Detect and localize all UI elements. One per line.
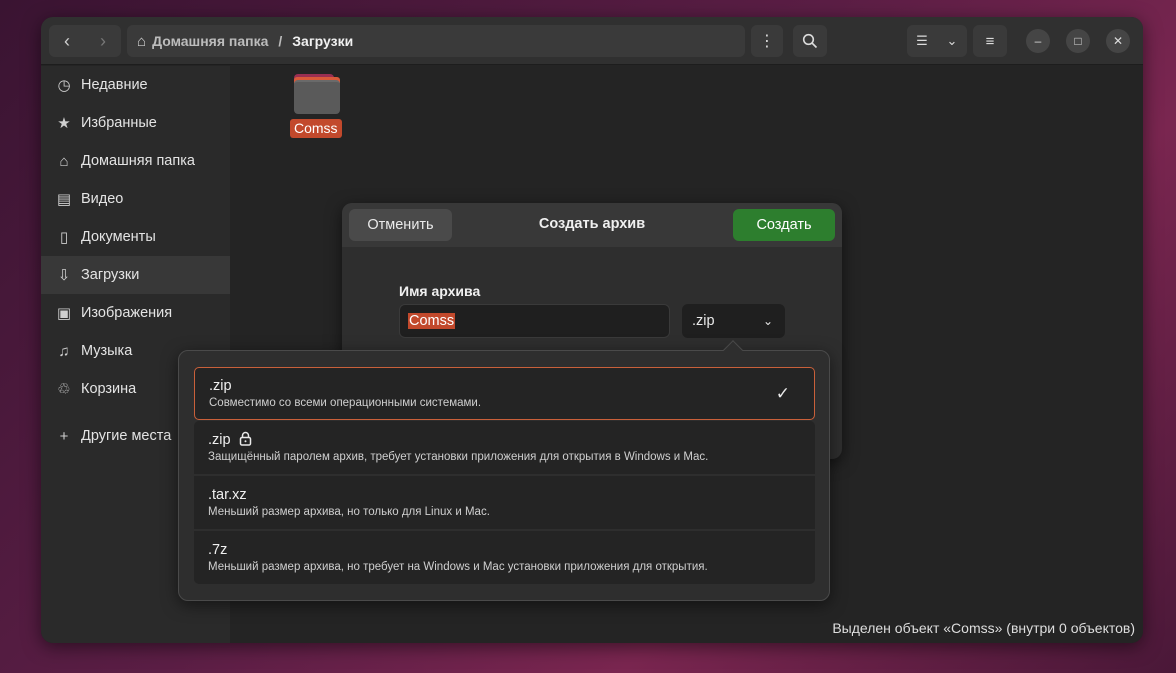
sidebar-item-label: Недавние — [81, 77, 148, 93]
plus-icon: + — [59, 427, 69, 445]
star-icon: ★ — [57, 115, 71, 132]
archive-name-value: Comss — [408, 313, 456, 329]
archive-name-label: Имя архива — [399, 283, 481, 299]
nav-buttons: ‹ › — [49, 25, 121, 57]
sidebar-item-documents[interactable]: ▯ Документы — [41, 218, 230, 256]
breadcrumb-home[interactable]: Домашняя папка — [152, 33, 268, 49]
main-menu-button[interactable]: ≡ — [973, 25, 1007, 57]
format-option-7z[interactable]: .7z Меньший размер архива, но требует на… — [194, 531, 815, 584]
format-option-name: .tar.xz — [208, 487, 247, 503]
view-switcher: ☰ ⌄ — [907, 25, 967, 57]
format-popover: .zip Совместимо со всеми операционными с… — [178, 340, 830, 601]
lock-icon — [239, 431, 252, 449]
hamburger-icon: ≡ — [985, 32, 995, 50]
format-dropdown[interactable]: .zip ⌄ — [682, 304, 785, 338]
breadcrumb-current[interactable]: Загрузки — [292, 33, 353, 49]
forward-icon[interactable]: › — [85, 31, 121, 52]
sidebar-item-recent[interactable]: ◷ Недавние — [41, 66, 230, 104]
music-icon: ♫ — [58, 342, 70, 360]
format-option-description: Совместимо со всеми операционными систем… — [209, 397, 482, 409]
sidebar-item-downloads[interactable]: ⇩ Загрузки — [41, 256, 230, 294]
format-option-name: .7z — [208, 542, 228, 558]
chevron-down-icon: ⌄ — [762, 314, 773, 328]
headerbar: ‹ › ⌂ Домашняя папка / Загрузки ⋮ ☰ ⌄ ≡ … — [41, 17, 1143, 65]
sidebar-item-label: Домашняя папка — [81, 153, 195, 169]
format-option-description: Защищённый паролем архив, требует устано… — [208, 451, 709, 463]
film-icon: ▤ — [56, 191, 72, 208]
sidebar-item-pictures[interactable]: ▣ Изображения — [41, 294, 230, 332]
sidebar-item-label: Загрузки — [81, 267, 140, 283]
format-option-description: Меньший размер архива, но только для Lin… — [208, 506, 490, 518]
home-icon: ⌂ — [59, 152, 69, 170]
search-button[interactable] — [793, 25, 827, 57]
sidebar-item-label: Другие места — [81, 428, 172, 444]
status-bar: Выделен объект «Comss» (внутри 0 объекто… — [832, 620, 1135, 636]
sidebar-item-label: Корзина — [81, 381, 137, 397]
clock-icon: ◷ — [57, 77, 71, 94]
home-icon: ⌂ — [137, 32, 147, 50]
dialog-header: Отменить Создать архив Создать — [342, 203, 842, 247]
archive-name-input[interactable]: Comss — [399, 304, 670, 338]
sidebar-item-label: Избранные — [81, 115, 157, 131]
format-option-name: .zip — [209, 378, 232, 394]
sidebar-item-label: Музыка — [81, 343, 133, 359]
sidebar-item-home[interactable]: ⌂ Домашняя папка — [41, 142, 230, 180]
vertical-dots-icon: ⋮ — [759, 33, 775, 50]
sidebar-item-label: Документы — [81, 229, 156, 245]
format-option-description: Меньший размер архива, но требует на Win… — [208, 561, 708, 573]
maximize-button[interactable]: □ — [1066, 29, 1090, 53]
checkmark-icon: ✓ — [775, 384, 790, 403]
sidebar-item-label: Изображения — [81, 305, 173, 321]
back-icon[interactable]: ‹ — [49, 31, 85, 52]
path-menu-button[interactable]: ⋮ — [751, 25, 783, 57]
sidebar-item-label: Видео — [81, 191, 124, 207]
image-icon: ▣ — [56, 305, 72, 322]
minimize-button[interactable]: – — [1026, 29, 1050, 53]
breadcrumb-separator: / — [278, 33, 283, 49]
document-icon: ▯ — [59, 229, 69, 246]
format-selected-value: .zip — [692, 313, 715, 329]
format-option-zip-encrypted[interactable]: .zip Защищённый паролем архив, требует у… — [194, 421, 815, 475]
download-icon: ⇩ — [57, 267, 71, 284]
format-option-name: .zip — [208, 432, 231, 448]
create-button[interactable]: Создать — [733, 209, 835, 241]
maximize-icon: □ — [1074, 34, 1082, 48]
list-view-icon[interactable]: ☰ — [907, 33, 937, 49]
breadcrumb[interactable]: ⌂ Домашняя папка / Загрузки — [127, 25, 745, 57]
format-option-zip[interactable]: .zip Совместимо со всеми операционными с… — [194, 367, 815, 420]
close-button[interactable]: ✕ — [1106, 29, 1130, 53]
trash-icon: ♲ — [57, 381, 71, 398]
minimize-icon: – — [1034, 34, 1042, 48]
sidebar-item-starred[interactable]: ★ Избранные — [41, 104, 230, 142]
close-icon: ✕ — [1112, 34, 1124, 48]
search-icon — [802, 33, 818, 49]
sidebar-item-videos[interactable]: ▤ Видео — [41, 180, 230, 218]
chevron-down-icon[interactable]: ⌄ — [937, 33, 967, 49]
format-option-tar-xz[interactable]: .tar.xz Меньший размер архива, но только… — [194, 476, 815, 530]
format-option-name-row: .zip — [208, 431, 801, 449]
file-name-label[interactable]: Comss — [290, 119, 342, 138]
